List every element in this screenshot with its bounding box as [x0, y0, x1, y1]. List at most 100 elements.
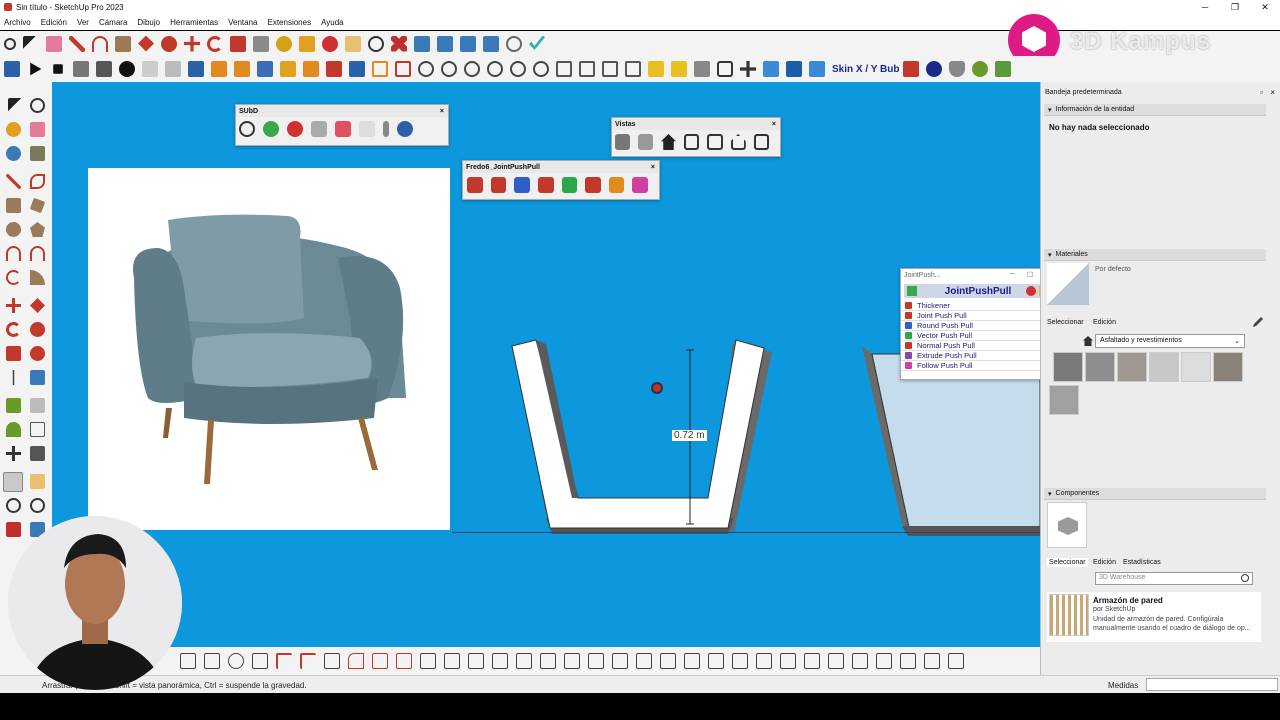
fredo-close-button[interactable]: × — [651, 164, 655, 171]
menu-ver[interactable]: Ver — [77, 18, 89, 27]
circle-icon[interactable] — [6, 222, 21, 237]
solid-outer-icon[interactable] — [533, 61, 549, 77]
pie-icon[interactable] — [30, 270, 45, 285]
shape-18-icon[interactable] — [828, 653, 844, 669]
normal-push-pull-icon[interactable] — [561, 177, 578, 193]
rect-icon[interactable] — [6, 198, 21, 213]
box-outline-icon[interactable] — [204, 653, 220, 669]
jointpushpull-dialog[interactable]: JointPush... ─☐✕ JointPushPull Thickener… — [900, 268, 1040, 380]
shape-1-icon[interactable] — [420, 653, 436, 669]
component-icon[interactable] — [73, 61, 89, 77]
rectangle-icon[interactable] — [115, 35, 131, 52]
orbit-tool-icon[interactable] — [30, 98, 45, 113]
box-icon[interactable] — [257, 61, 273, 77]
follow-push-pull-icon[interactable] — [608, 177, 625, 193]
u-profile-model[interactable] — [502, 332, 782, 542]
help-icon[interactable] — [717, 61, 733, 77]
select-arrow-icon[interactable] — [23, 35, 39, 52]
subd-knife-icon[interactable] — [383, 121, 389, 137]
tab-material-select[interactable]: Seleccionar — [1047, 319, 1084, 326]
rotated-rect-icon[interactable] — [29, 197, 46, 214]
solid-trim-icon[interactable] — [487, 61, 503, 77]
shape-3-icon[interactable] — [468, 653, 484, 669]
subd-smooth-icon[interactable] — [359, 121, 375, 137]
solid-union-icon[interactable] — [418, 61, 434, 77]
jpp-item-joint[interactable]: Joint Push Pull◉ — [901, 311, 1040, 321]
shape-17-icon[interactable] — [804, 653, 820, 669]
text-icon[interactable] — [30, 422, 45, 437]
scale-icon[interactable] — [230, 35, 246, 52]
tab-components-stats[interactable]: Estadísticas — [1123, 559, 1161, 566]
component-list-item[interactable]: Armazón de pared por SketchUp Unidad de … — [1047, 592, 1261, 642]
grey-cube-icon[interactable] — [694, 61, 710, 77]
bend-icon[interactable] — [252, 653, 268, 669]
restore-button[interactable]: ❐ — [1220, 0, 1250, 14]
move-tool-icon[interactable] — [6, 298, 21, 313]
solid-split-icon[interactable] — [510, 61, 526, 77]
eraser-icon[interactable] — [46, 35, 62, 52]
follow-me-icon[interactable] — [161, 35, 177, 52]
menu-dibujo[interactable]: Dibujo — [137, 18, 160, 27]
spring-icon[interactable] — [180, 653, 196, 669]
zoom-tool-icon[interactable] — [6, 498, 21, 513]
shape-7-icon[interactable] — [564, 653, 580, 669]
pan-tool-icon[interactable] — [30, 474, 45, 489]
jpp-item-vector[interactable]: Vector Push Pull◉ — [901, 331, 1040, 341]
sandbox-stamp-icon[interactable] — [460, 35, 476, 52]
arc-tool-icon[interactable] — [6, 246, 21, 261]
drawing-viewport[interactable]: 0.72 m SUbD × Vistas × Fredo6_JointPushP… — [52, 82, 1040, 647]
offset-icon[interactable] — [253, 35, 269, 52]
left-view-icon[interactable] — [730, 134, 746, 150]
line-icon[interactable] — [6, 174, 21, 189]
corner-icon[interactable] — [276, 653, 292, 669]
shape-19-icon[interactable] — [852, 653, 868, 669]
blue-cube-2-icon[interactable] — [786, 61, 802, 77]
menu-ventana[interactable]: Ventana — [228, 18, 257, 27]
pan-icon[interactable] — [345, 35, 361, 52]
search-icon[interactable] — [1241, 574, 1249, 582]
zoom-extents-icon[interactable] — [391, 35, 407, 52]
top-view-icon[interactable] — [638, 134, 653, 150]
undo-push-pull-icon[interactable] — [632, 177, 648, 193]
vistas-close-button[interactable]: × — [772, 121, 776, 128]
close-window-button[interactable]: ✕ — [1250, 0, 1280, 14]
sandbox-drape-icon[interactable] — [483, 35, 499, 52]
plugin-icon[interactable] — [995, 61, 1012, 77]
material-library-select[interactable]: Asfaltado y revestimientos ⌄ — [1095, 334, 1245, 348]
section-fill-icon[interactable] — [234, 61, 250, 77]
components-search-input[interactable]: 3D Warehouse — [1095, 572, 1253, 585]
subd-crease-icon[interactable] — [335, 121, 351, 137]
outliner-icon[interactable] — [96, 61, 112, 77]
move-cross-icon[interactable] — [740, 61, 756, 77]
gear-icon[interactable] — [119, 61, 135, 77]
sandbox-icon[interactable] — [414, 35, 430, 52]
opening-icon[interactable] — [602, 61, 618, 77]
corner-2-icon[interactable] — [300, 653, 316, 669]
door-icon[interactable] — [579, 61, 595, 77]
shape-5-icon[interactable] — [516, 653, 532, 669]
arc3-icon[interactable] — [6, 270, 21, 285]
zoom-window-tool-icon[interactable] — [30, 498, 45, 513]
sphere-outline-icon[interactable] — [228, 653, 244, 669]
offset-tool-icon[interactable] — [30, 346, 45, 361]
pipe-icon[interactable] — [303, 61, 319, 77]
jpp-pin-icon[interactable] — [907, 286, 917, 296]
vector-push-pull-icon[interactable] — [537, 177, 554, 193]
components-header[interactable]: ▾ Componentes — [1044, 488, 1266, 500]
material-swatch[interactable] — [1181, 352, 1211, 382]
subd-red-ball-icon[interactable] — [287, 121, 303, 137]
shape-21-icon[interactable] — [900, 653, 916, 669]
orbit-active-icon[interactable] — [3, 472, 23, 492]
jpp-item-extrude[interactable]: Extrude Push Pull◉ — [901, 351, 1040, 361]
curve-icon[interactable] — [349, 61, 365, 77]
frame-2-icon[interactable] — [395, 61, 411, 77]
3d-text-icon[interactable] — [30, 446, 45, 461]
menu-ayuda[interactable]: Ayuda — [321, 18, 344, 27]
shape-16-icon[interactable] — [780, 653, 796, 669]
subd-green-ball-icon[interactable] — [263, 121, 279, 137]
lock-icon[interactable] — [625, 61, 641, 77]
material-swatch[interactable] — [1049, 385, 1079, 415]
subd-sphere-icon[interactable] — [239, 121, 255, 137]
thickener-icon[interactable] — [467, 177, 483, 193]
tab-components-select[interactable]: Seleccionar — [1047, 558, 1088, 567]
